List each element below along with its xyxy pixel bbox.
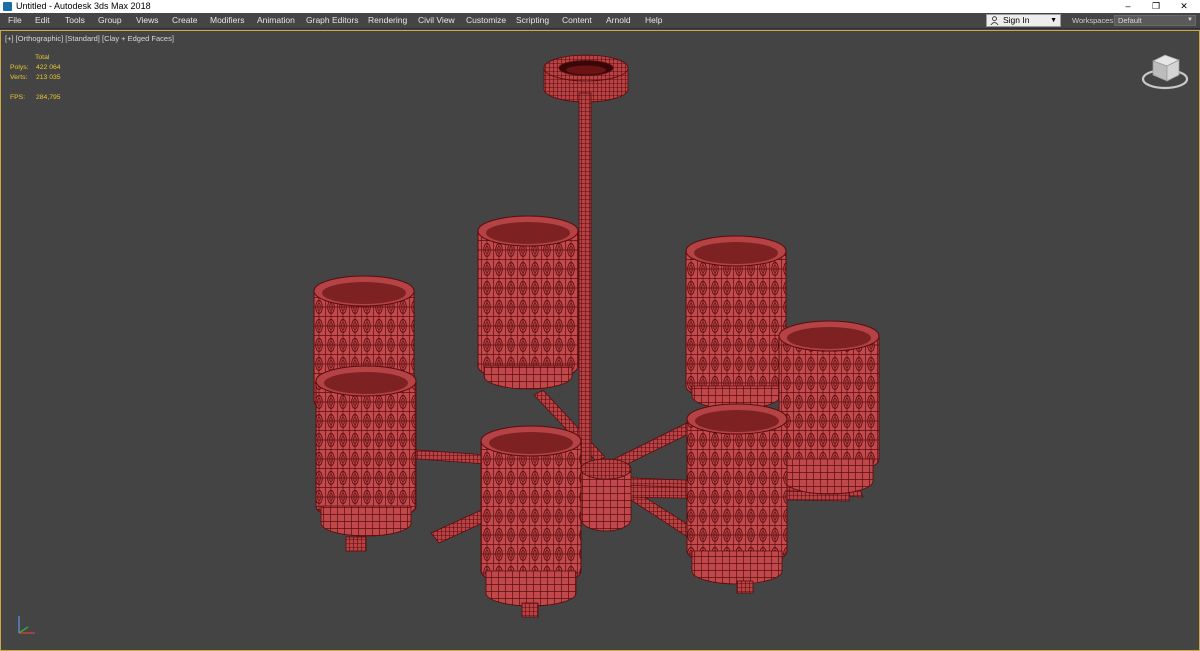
window-title: Untitled - Autodesk 3ds Max 2018 [16,1,151,11]
axis-tripod-icon [18,616,35,634]
menu-scripting[interactable]: Scripting [516,13,549,28]
workspaces-select[interactable]: Default ▼ [1114,15,1196,26]
fps-value: 284,795 [36,94,61,101]
stats-verts: Verts: 213 035 [10,73,80,83]
chevron-down-icon: ▼ [1187,17,1193,23]
polys-value: 422 064 [36,64,61,71]
viewport-preset[interactable]: [Standard] [65,34,100,43]
menu-modifiers[interactable]: Modifiers [210,13,244,28]
stats-polys: Polys: 422 064 [10,63,80,73]
stats-fps: FPS: 284,795 [10,93,80,103]
menu-views[interactable]: Views [136,13,159,28]
menu-help[interactable]: Help [645,13,662,28]
viewport-label: [+] [Orthographic] [Standard] [Clay + Ed… [5,34,174,43]
menu-group[interactable]: Group [98,13,122,28]
chevron-down-icon: ▼ [1050,17,1057,24]
fps-label: FPS: [10,94,26,101]
lamp-shade-right [778,320,880,495]
menu-file[interactable]: File [8,13,22,28]
menu-civil-view[interactable]: Civil View [418,13,455,28]
menu-edit[interactable]: Edit [35,13,50,28]
menu-arnold[interactable]: Arnold [606,13,631,28]
verts-value: 213 035 [36,74,61,81]
menu-customize[interactable]: Customize [466,13,506,28]
center-rod [578,92,592,472]
verts-label: Verts: [10,74,28,81]
lamp-shade-front-right [686,403,788,594]
chandelier-model[interactable] [1,31,1199,650]
title-bar: Untitled - Autodesk 3ds Max 2018 – ❐ ✕ [0,0,1200,13]
viewport-menu-plus[interactable]: [+] [5,34,14,43]
viewport-point-of-view[interactable]: [Orthographic] [16,34,64,43]
viewcube-icon[interactable] [1141,49,1191,91]
lamp-shade-back-right [685,235,787,410]
polys-label: Polys: [10,64,29,71]
viewport-shading[interactable]: [Clay + Edged Faces] [102,34,174,43]
perspective-viewport[interactable]: [+] [Orthographic] [Standard] [Clay + Ed… [0,30,1200,651]
central-hub [580,458,632,532]
menu-tools[interactable]: Tools [65,13,85,28]
lamp-shade-back-center [477,215,579,390]
lamp-shade-front-left [315,365,417,552]
workspaces-value: Default [1118,16,1142,25]
menu-animation[interactable]: Animation [257,13,295,28]
close-button[interactable]: ✕ [1170,0,1198,13]
restore-button[interactable]: ❐ [1142,0,1170,13]
menu-create[interactable]: Create [172,13,198,28]
menu-rendering[interactable]: Rendering [368,13,407,28]
minimize-button[interactable]: – [1114,0,1142,13]
stats-header: Total [35,54,50,61]
menu-graph-editors[interactable]: Graph Editors [306,13,358,28]
sign-in-button[interactable]: Sign In ▼ [986,14,1061,27]
app-logo-icon [3,2,12,11]
user-icon [990,16,999,25]
menu-content[interactable]: Content [562,13,592,28]
sign-in-label: Sign In [1003,15,1030,25]
workspaces-label: Workspaces: [1072,16,1116,25]
lamp-shade-front-center [480,425,582,618]
